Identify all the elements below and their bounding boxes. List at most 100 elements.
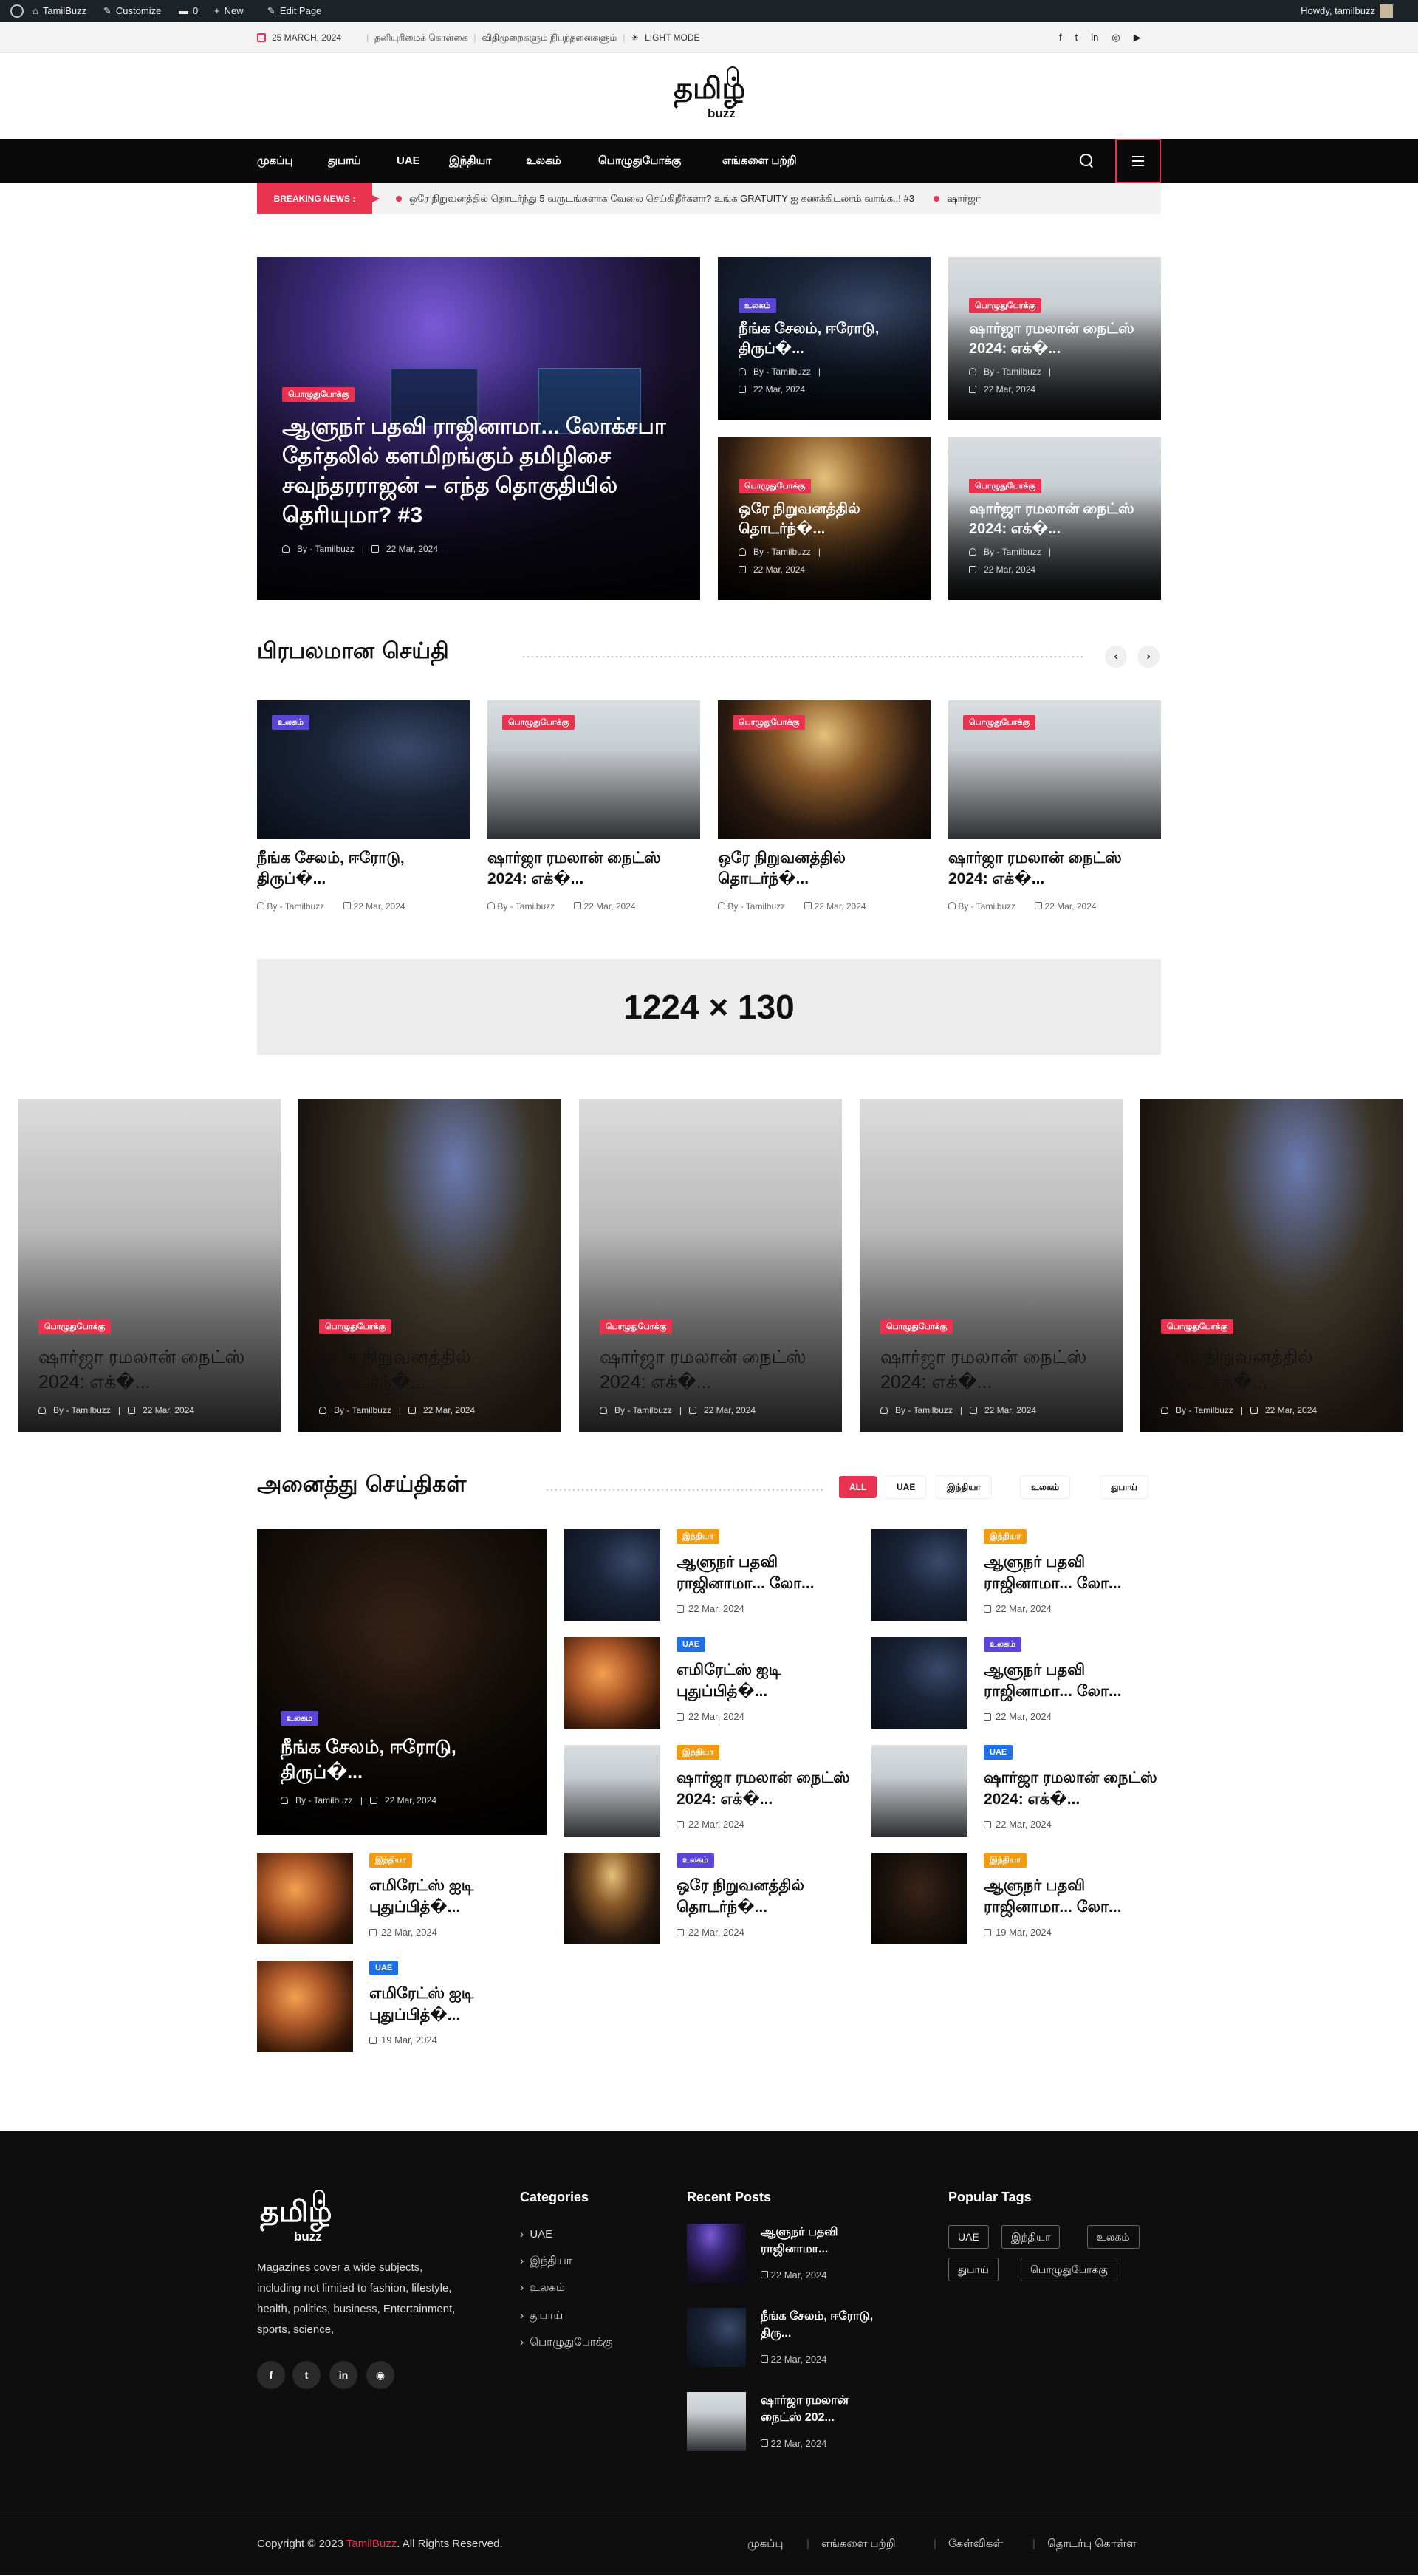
category-badge[interactable]: பொழுதுபோக்கு: [38, 1319, 112, 1334]
list-item[interactable]: இந்தியா எமிரேட்ஸ் ஐடி புதுப்பித்�... 22 …: [257, 1853, 545, 1944]
facebook-icon[interactable]: f: [1059, 22, 1062, 53]
tag-link[interactable]: இந்தியா: [1001, 2225, 1061, 2249]
category-badge[interactable]: பொழுதுபோக்கு: [880, 1319, 953, 1334]
footer-recent-post[interactable]: ஆளுநர் பதவி ராஜினாமா... 22 Mar, 2024: [687, 2224, 879, 2287]
hero-main-title[interactable]: ஆளுநர் பதவி ராஜினாமா... லோக்சபா தேர்தலில…: [282, 412, 681, 530]
post-thumbnail[interactable]: [564, 1529, 660, 1621]
category-badge[interactable]: உலகம்: [739, 298, 776, 313]
menu-icon[interactable]: [1115, 139, 1161, 183]
post-thumbnail[interactable]: [564, 1745, 660, 1837]
tag-link[interactable]: UAE: [948, 2225, 989, 2249]
nav-item-home[interactable]: முகப்பு: [257, 139, 293, 183]
hero-main-card[interactable]: பொழுதுபோக்கு ஆளுநர் பதவி ராஜினாமா... லோக…: [257, 257, 700, 600]
filter-dubai[interactable]: துபாய்: [1100, 1476, 1148, 1498]
search-icon[interactable]: [1078, 152, 1095, 168]
admin-customize-link[interactable]: ✎ Customize: [103, 0, 161, 22]
footer-link-faq[interactable]: கேள்விகள்: [948, 2512, 1003, 2576]
post-thumbnail[interactable]: [871, 1853, 967, 1944]
hero-small-card[interactable]: பொழுதுபோக்கு ஒரே நிறுவனத்தில் தொடர்ந்�..…: [718, 437, 931, 600]
twitter-icon[interactable]: t: [292, 2361, 321, 2389]
category-badge[interactable]: உலகம்: [272, 715, 309, 730]
instagram-icon[interactable]: ◎: [1112, 22, 1120, 53]
next-arrow-icon[interactable]: ›: [1137, 646, 1160, 668]
all-news-feature-card[interactable]: உலகம் நீங்க சேலம், ஈரோடு, திருப்�... By …: [257, 1529, 547, 1835]
tag-link[interactable]: உலகம்: [1087, 2225, 1140, 2249]
list-item[interactable]: இந்தியா ஆளுநர் பதவி ராஜினாமா... லோ... 22…: [871, 1529, 1160, 1621]
category-badge[interactable]: பொழுதுபோக்கு: [969, 298, 1042, 313]
post-image[interactable]: பொழுதுபோக்கு: [948, 700, 1161, 839]
admin-edit-link[interactable]: ✎ Edit Page: [267, 0, 321, 22]
privacy-link[interactable]: தனியுரிமைக் கொள்கை: [374, 22, 467, 53]
twitter-icon[interactable]: t: [1075, 22, 1078, 53]
wp-logo-icon[interactable]: [10, 0, 24, 22]
admin-comments-link[interactable]: ▬ 0: [179, 0, 198, 22]
nav-item-about[interactable]: எங்களை பற்றி: [722, 139, 797, 183]
category-badge[interactable]: பொழுதுபோக்கு: [1161, 1319, 1234, 1334]
category-badge[interactable]: உலகம்: [677, 1853, 714, 1868]
category-badge[interactable]: UAE: [369, 1961, 399, 1975]
list-item[interactable]: இந்தியா ஆளுநர் பதவி ராஜினாமா... லோ... 22…: [564, 1529, 852, 1621]
terms-link[interactable]: விதிமுறைகளும் நிபந்தனைகளும்: [482, 22, 617, 53]
nav-item-world[interactable]: உலகம்: [526, 139, 561, 183]
list-item[interactable]: UAE ஷார்ஜா ரமலான் நைட்ஸ் 2024: எக்�... 2…: [871, 1745, 1160, 1837]
nav-item-india[interactable]: இந்தியா: [449, 139, 491, 183]
category-badge[interactable]: பொழுதுபோக்கு: [319, 1319, 392, 1334]
brand-link[interactable]: TamilBuzz: [346, 2538, 397, 2550]
category-badge[interactable]: உலகம்: [984, 1637, 1021, 1652]
admin-new-link[interactable]: + New: [214, 0, 244, 22]
post-thumbnail[interactable]: [564, 1853, 660, 1944]
list-item[interactable]: இந்தியா ஷார்ஜா ரமலான் நைட்ஸ் 2024: எக்�.…: [564, 1745, 852, 1837]
footer-link-about[interactable]: எங்களை பற்றி: [821, 2512, 896, 2576]
breaking-ticker[interactable]: ஒரே நிறுவனத்தில் தொடர்ந்து 5 வருடங்களாக …: [396, 183, 981, 214]
filter-world[interactable]: உலகம்: [1021, 1476, 1070, 1498]
admin-account[interactable]: Howdy, tamilbuzz: [1301, 0, 1393, 22]
category-badge[interactable]: பொழுதுபோக்கு: [282, 387, 355, 402]
category-badge[interactable]: UAE: [984, 1745, 1013, 1760]
category-badge[interactable]: இந்தியா: [677, 1745, 719, 1760]
category-badge[interactable]: பொழுதுபோக்கு: [739, 479, 812, 493]
post-thumbnail[interactable]: [871, 1745, 967, 1837]
tag-link[interactable]: துபாய்: [948, 2258, 999, 2281]
nav-item-uae[interactable]: UAE: [397, 139, 420, 183]
footer-logo[interactable]: தமிழ் buzz: [256, 2187, 337, 2253]
list-item[interactable]: UAE எமிரேட்ஸ் ஐடி புதுப்பித்�... 19 Mar,…: [257, 1961, 545, 2052]
whatsapp-icon[interactable]: ◉: [366, 2361, 394, 2389]
footer-link-home[interactable]: முகப்பு: [747, 2512, 784, 2576]
post-thumbnail[interactable]: [564, 1637, 660, 1729]
carousel-card[interactable]: பொழுதுபோக்கு ஷார்ஜா ரமலான் நைட்ஸ் 2024: …: [579, 1099, 842, 1432]
list-item[interactable]: உலகம் ஒரே நிறுவனத்தில் தொடர்ந்�... 22 Ma…: [564, 1853, 852, 1944]
light-mode-toggle[interactable]: LIGHT MODE: [645, 22, 699, 53]
category-badge[interactable]: UAE: [677, 1637, 706, 1652]
footer-recent-post[interactable]: நீங்க சேலம், ஈரோடு, திரு... 22 Mar, 2024: [687, 2308, 879, 2371]
nav-item-entertainment[interactable]: பொழுதுபோக்கு: [598, 139, 681, 183]
youtube-icon[interactable]: ▶: [1134, 22, 1141, 53]
footer-category-link[interactable]: › துபாய்: [520, 2309, 563, 2323]
category-badge[interactable]: பொழுதுபோக்கு: [502, 715, 575, 730]
prev-arrow-icon[interactable]: ‹: [1105, 646, 1127, 668]
carousel-card[interactable]: பொழுதுபோக்கு ஷார்ஜா ரமலான் நைட்ஸ் 2024: …: [860, 1099, 1123, 1432]
hero-small-card[interactable]: பொழுதுபோக்கு ஷார்ஜா ரமலான் நைட்ஸ் 2024: …: [948, 257, 1161, 420]
category-badge[interactable]: பொழுதுபோக்கு: [969, 479, 1042, 493]
linkedin-icon[interactable]: in: [1091, 22, 1098, 53]
category-badge[interactable]: இந்தியா: [677, 1529, 719, 1544]
footer-recent-post[interactable]: ஷார்ஜா ரமலான் நைட்ஸ் 202... 22 Mar, 2024: [687, 2392, 879, 2456]
post-image[interactable]: பொழுதுபோக்கு: [718, 700, 931, 839]
category-badge[interactable]: இந்தியா: [984, 1529, 1027, 1544]
category-badge[interactable]: பொழுதுபோக்கு: [733, 715, 806, 730]
post-thumbnail[interactable]: [871, 1637, 967, 1729]
post-image[interactable]: உலகம்: [257, 700, 470, 839]
category-badge[interactable]: இந்தியா: [369, 1853, 412, 1868]
hero-small-card[interactable]: பொழுதுபோக்கு ஷார்ஜா ரமலான் நைட்ஸ் 2024: …: [948, 437, 1161, 600]
post-thumbnail[interactable]: [257, 1961, 353, 2052]
category-badge[interactable]: இந்தியா: [984, 1853, 1027, 1868]
linkedin-icon[interactable]: in: [329, 2361, 357, 2389]
footer-category-link[interactable]: › பொழுதுபோக்கு: [520, 2336, 613, 2350]
post-thumbnail[interactable]: [687, 2308, 746, 2367]
footer-category-link[interactable]: › UAE: [520, 2228, 552, 2241]
filter-india[interactable]: இந்தியா: [936, 1476, 991, 1498]
list-item[interactable]: உலகம் ஆளுநர் பதவி ராஜினாமா... லோ... 22 M…: [871, 1637, 1160, 1729]
ad-banner[interactable]: 1224 × 130: [257, 959, 1161, 1055]
category-badge[interactable]: பொழுதுபோக்கு: [963, 715, 1036, 730]
footer-link-contact[interactable]: தொடர்பு கொள்ள: [1047, 2512, 1137, 2576]
post-thumbnail[interactable]: [871, 1529, 967, 1621]
